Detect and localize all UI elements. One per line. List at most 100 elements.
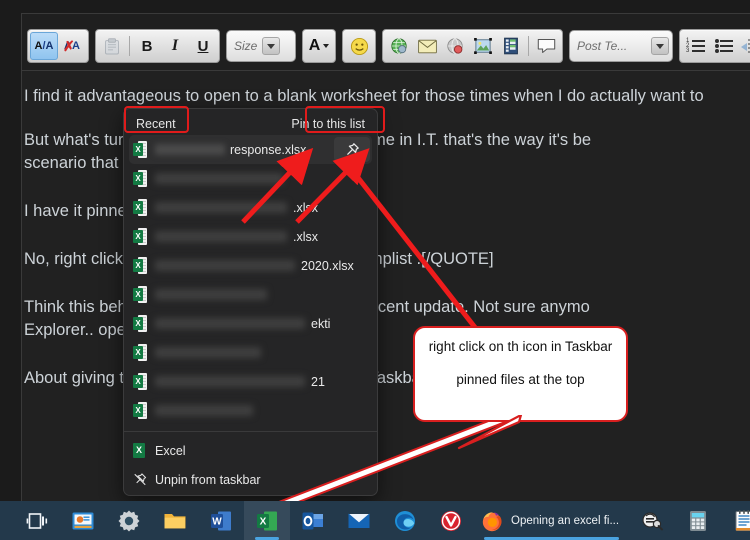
jumplist-item-label <box>155 405 259 416</box>
paragraph-line: I find it advantageous to open to a blan… <box>24 87 704 105</box>
insert-link-button[interactable] <box>385 32 413 60</box>
italic-button[interactable]: I <box>161 32 189 60</box>
taskbar-outlook[interactable] <box>290 501 336 540</box>
taskbar-jumplist[interactable]: Recent Pin to this list Xresponse.xlsx X X… <box>123 108 378 496</box>
excel-file-icon: X <box>133 373 147 390</box>
paste-button[interactable] <box>98 32 126 60</box>
excel-file-icon: X <box>133 344 147 361</box>
letter-a-icon: A <box>308 37 321 54</box>
smiley-icon <box>350 37 368 55</box>
excel-file-icon: X <box>133 402 147 419</box>
taskbar-settings[interactable] <box>106 501 152 540</box>
excel-file-icon: X <box>133 170 147 187</box>
outdent-button[interactable] <box>738 32 750 60</box>
taskbar-edge[interactable] <box>382 501 428 540</box>
excel-file-icon: X <box>133 141 147 158</box>
ordered-list-button[interactable]: 1 2 3 <box>682 32 710 60</box>
jumplist-item-label: .xlsx <box>155 230 318 244</box>
insert-image-button[interactable] <box>469 32 497 60</box>
jumplist-item-5[interactable]: X 2020.xlsx <box>129 251 372 280</box>
redacted-filename <box>155 144 225 155</box>
jumplist-item-6[interactable]: X <box>129 280 372 309</box>
task-view-button[interactable] <box>14 501 60 540</box>
beemaster-icon <box>642 511 664 530</box>
mail-icon <box>348 513 370 528</box>
unordered-list-button[interactable] <box>710 32 738 60</box>
unpin-icon <box>133 471 147 488</box>
taskbar-calculator[interactable] <box>675 501 721 540</box>
jumplist-item-8[interactable]: X <box>129 338 372 367</box>
insert-smiley-button[interactable] <box>345 32 373 60</box>
a-strike-icon: ✗ AA <box>63 37 80 54</box>
jumplist-item-1[interactable]: Xresponse.xlsx <box>129 135 372 164</box>
redacted-filename <box>155 173 283 184</box>
taskbar-file-explorer[interactable] <box>152 501 198 540</box>
jumplist-item-9[interactable]: X 21 <box>129 367 372 396</box>
jumplist-action-excel[interactable]: X Excel <box>129 436 372 465</box>
jumplist-item-visible-text: 2020.xlsx <box>301 258 354 273</box>
font-color-button[interactable]: A <box>305 32 333 60</box>
taskbar-cleaner[interactable] <box>629 501 675 540</box>
redacted-filename <box>155 347 261 358</box>
taskbar-vivaldi[interactable] <box>428 501 474 540</box>
pin-to-list-button[interactable] <box>334 137 370 162</box>
excel-icon: X <box>257 511 277 530</box>
chevron-down-icon <box>651 37 669 55</box>
insert-email-button[interactable] <box>413 32 441 60</box>
notepad-icon <box>735 509 750 531</box>
film-icon <box>504 37 518 55</box>
ordered-list-icon: 1 2 3 <box>685 38 707 54</box>
bold-button[interactable]: B <box>133 32 161 60</box>
powerpoint-icon <box>72 512 94 529</box>
jumplist-item-3[interactable]: X .xlsx <box>129 193 372 222</box>
jumplist-item-label <box>155 173 289 184</box>
jumplist-item-visible-text: response.xlsx <box>230 142 307 157</box>
windows-taskbar[interactable]: W X Opening an excel fi... <box>0 501 750 540</box>
post-template-select[interactable]: Post Te... <box>569 30 673 62</box>
outdent-icon <box>741 38 750 54</box>
jumplist-action-unpin[interactable]: Unpin from taskbar <box>129 465 372 494</box>
jumplist-item-label <box>155 289 273 300</box>
redacted-filename <box>155 318 305 329</box>
excel-file-icon: X <box>133 286 147 303</box>
editor-toolbar: A/A ✗ AA B I U Size A Post Te... 1 2 3 <box>22 27 750 65</box>
annotation-callout: right click on th icon in Taskbar pinned… <box>413 326 628 422</box>
pin-icon <box>347 142 359 155</box>
jumplist-item-visible-text: 21 <box>311 374 325 389</box>
taskbar-notepad[interactable] <box>721 501 750 540</box>
svg-text:W: W <box>212 516 222 527</box>
remove-format-button[interactable]: ✗ AA <box>58 32 86 60</box>
redacted-filename <box>155 376 305 387</box>
globe-broken-icon <box>447 38 463 54</box>
jumplist-item-4[interactable]: X .xlsx <box>129 222 372 251</box>
chevron-down-icon <box>323 44 330 48</box>
post-template-value: Post Te... <box>577 39 628 53</box>
excel-file-icon: X <box>133 315 147 332</box>
unordered-list-icon <box>713 38 735 54</box>
toolbar-group-insert <box>382 29 563 63</box>
font-size-select[interactable]: Size <box>226 30 296 62</box>
jumplist-item-visible-text: .xlsx <box>293 200 318 215</box>
redacted-filename <box>155 260 295 271</box>
insert-video-button[interactable] <box>497 32 525 60</box>
svg-text:X: X <box>260 516 267 527</box>
taskbar-firefox[interactable]: Opening an excel fi... <box>474 501 629 540</box>
jumplist-item-label: .xlsx <box>155 201 318 215</box>
font-color-toggle-button[interactable]: A/A <box>30 32 58 60</box>
jumplist-item-7[interactable]: Xekti <box>129 309 372 338</box>
jumplist-item-label: 21 <box>155 375 325 389</box>
jumplist-item-label: ekti <box>155 317 330 331</box>
underline-button[interactable]: U <box>189 32 217 60</box>
jumplist-item-2[interactable]: X <box>129 164 372 193</box>
taskbar-word[interactable]: W <box>198 501 244 540</box>
insert-quote-button[interactable] <box>532 32 560 60</box>
a-slash-a-icon: A/A <box>34 39 54 52</box>
taskbar-excel[interactable]: X <box>244 501 290 540</box>
task-view-icon <box>26 512 48 529</box>
firefox-icon <box>482 511 502 531</box>
taskbar-powerpoint[interactable] <box>60 501 106 540</box>
remove-link-button[interactable] <box>441 32 469 60</box>
taskbar-mail[interactable] <box>336 501 382 540</box>
outlook-icon <box>302 512 323 529</box>
jumplist-item-10[interactable]: X <box>129 396 372 425</box>
